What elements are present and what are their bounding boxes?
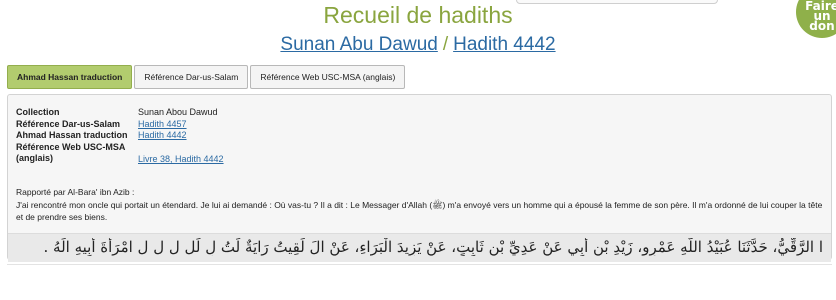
info-value: Sunan Abou Dawud (138, 107, 218, 117)
info-key: Collection (16, 107, 60, 117)
ahmad-hassan-link[interactable]: Hadith 4442 (138, 130, 187, 140)
arabic-text-box: ا الرَّقِّيُّ، حَدَّثَنَا عُبَيْدُ اللَّ… (8, 233, 831, 262)
dar-us-salam-link[interactable]: Hadith 4457 (138, 119, 187, 129)
info-row-usc-msa: Référence Web USC-MSA (16, 142, 224, 154)
breadcrumb: Sunan Abu Dawud / Hadith 4442 (0, 34, 836, 56)
info-key: (anglais) (16, 153, 54, 163)
hadith-translation: J'ai rencontré mon oncle qui portait un … (16, 200, 823, 222)
tab-dar-us-salam[interactable]: Référence Dar-us-Salam (134, 65, 249, 89)
info-key: Ahmad Hassan traduction (16, 130, 128, 140)
arabic-text: ا الرَّقِّيُّ، حَدَّثَنَا عُبَيْدُ اللَّ… (43, 238, 823, 256)
breadcrumb-separator: / (442, 34, 449, 55)
info-key: Référence Dar-us-Salam (16, 118, 121, 129)
info-value: Livre 38, Hadith 4442 (138, 154, 224, 166)
info-value: Hadith 4457 (138, 119, 187, 131)
reference-table: Collection Sunan Abou Dawud Référence Da… (16, 107, 224, 166)
info-key: Référence Web USC-MSA (16, 141, 126, 152)
narrator-line: Rapporté par Al-Bara' ibn Azib : (16, 187, 135, 197)
tab-ahmad-hassan[interactable]: Ahmad Hassan traduction (7, 65, 133, 89)
info-row-usc-msa-2: (anglais) Livre 38, Hadith 4442 (16, 153, 224, 166)
info-row-ahmad-hassan: Ahmad Hassan traduction Hadith 4442 (16, 130, 224, 142)
hadith-link[interactable]: Hadith 4442 (453, 34, 555, 55)
tab-usc-msa[interactable]: Référence Web USC-MSA (anglais) (250, 65, 406, 89)
info-row-dar-us-salam: Référence Dar-us-Salam Hadith 4457 (16, 119, 224, 131)
collection-link[interactable]: Sunan Abu Dawud (280, 34, 437, 55)
usc-msa-link[interactable]: Livre 38, Hadith 4442 (138, 154, 224, 164)
page-title: Recueil de hadiths (323, 2, 513, 28)
info-row-collection: Collection Sunan Abou Dawud (16, 107, 224, 119)
info-value: Hadith 4442 (138, 130, 187, 142)
divider (7, 264, 832, 265)
hadith-panel: Collection Sunan Abou Dawud Référence Da… (7, 94, 832, 262)
reference-tabs: Ahmad Hassan traduction Référence Dar-us… (7, 65, 406, 89)
